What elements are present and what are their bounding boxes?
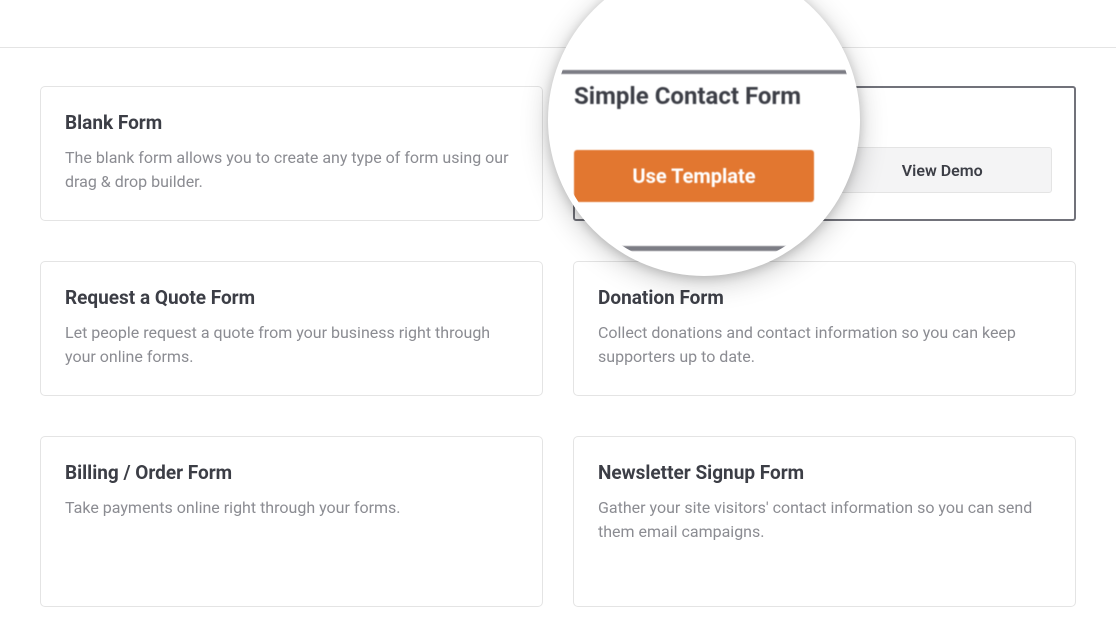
template-card-billing-order-form[interactable]: Billing / Order Form Take payments onlin… (40, 436, 543, 607)
page-divider (0, 47, 1116, 48)
template-title: Request a Quote Form (65, 286, 518, 309)
template-title: Simple Contact Form (597, 110, 1052, 133)
card-spacer (65, 534, 518, 580)
template-desc: Let people request a quote from your bus… (65, 321, 518, 369)
template-actions: Use Template View Demo (597, 147, 1052, 193)
template-title: Billing / Order Form (65, 461, 518, 484)
template-title: Newsletter Signup Form (598, 461, 1051, 484)
template-card-simple-contact-form[interactable]: Simple Contact Form Use Template View De… (573, 86, 1076, 221)
template-title: Donation Form (598, 286, 1051, 309)
template-card-newsletter-signup-form[interactable]: Newsletter Signup Form Gather your site … (573, 436, 1076, 607)
template-card-donation-form[interactable]: Donation Form Collect donations and cont… (573, 261, 1076, 396)
view-demo-button[interactable]: View Demo (833, 147, 1053, 193)
template-title: Blank Form (65, 111, 518, 134)
magnifier-card-top-border (554, 70, 854, 74)
template-grid: Blank Form The blank form allows you to … (40, 86, 1076, 607)
template-desc: Collect donations and contact informatio… (598, 321, 1051, 369)
template-card-blank-form[interactable]: Blank Form The blank form allows you to … (40, 86, 543, 221)
template-desc: The blank form allows you to create any … (65, 146, 518, 194)
use-template-button[interactable]: Use Template (597, 147, 815, 193)
template-desc: Take payments online right through your … (65, 496, 518, 520)
template-card-request-quote-form[interactable]: Request a Quote Form Let people request … (40, 261, 543, 396)
template-desc: Gather your site visitors' contact infor… (598, 496, 1051, 544)
